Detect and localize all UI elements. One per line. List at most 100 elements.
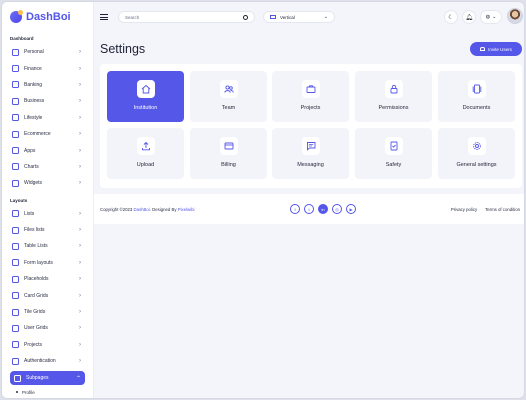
chevron-right-icon: › (79, 259, 81, 266)
chevron-right-icon: › (79, 325, 81, 332)
sidebar-item-placeholds[interactable]: Placeholds › (2, 271, 93, 287)
tile-upload[interactable]: Upload (107, 128, 184, 179)
sidebar-subitem-profile[interactable]: Profile (2, 385, 93, 398)
sidebar-item-charts[interactable]: Charts › (2, 159, 93, 175)
chevron-right-icon: › (79, 65, 81, 72)
sidebar-item-label: Card Grids (24, 292, 49, 299)
chevron-right-icon: › (79, 227, 81, 234)
notifications-button[interactable]: 🔔︎ (462, 10, 476, 24)
tile-label: Team (221, 105, 236, 111)
invite-users-button[interactable]: Invite Users (470, 42, 522, 56)
tile-label: Messaging (297, 162, 324, 168)
app-window: DashBoi Dashboard Personal › Finance › Banki… (1, 1, 525, 399)
sidebar-item-ecommerce[interactable]: Ecommerce › (2, 126, 93, 142)
sidebar-item-projects[interactable]: Projects › (2, 337, 93, 353)
files-lists-icon (12, 226, 19, 234)
sidebar-item-finance[interactable]: Finance › (2, 60, 93, 76)
chevron-right-icon: › (79, 180, 81, 187)
briefcase-icon (301, 80, 320, 98)
menu-toggle-icon[interactable] (100, 13, 108, 21)
sidebar-item-widgets[interactable]: Widgets › (2, 175, 93, 191)
globe-icon: ◍ (485, 14, 491, 20)
designer-link[interactable]: Pixelwibi (178, 207, 195, 212)
linkedin-icon[interactable]: in (318, 204, 328, 214)
upload-icon (136, 137, 155, 155)
sidebar-item-tile-grids[interactable]: Tile Grids › (2, 304, 93, 320)
sidebar-item-business[interactable]: Business › (2, 93, 93, 109)
bell-icon: 🔔︎ (465, 14, 473, 21)
tile-projects[interactable]: Projects (272, 71, 349, 122)
invite-users-label: Invite Users (488, 46, 512, 52)
team-icon (219, 80, 238, 98)
sidebar-item-label: Business (24, 98, 45, 105)
tile-permissions[interactable]: Permissions (355, 71, 432, 122)
twitter-icon[interactable]: t (304, 204, 314, 214)
sidebar-item-personal[interactable]: Personal › (2, 44, 93, 60)
chevron-right-icon: › (79, 163, 81, 170)
brand[interactable]: DashBoi (2, 2, 93, 32)
tile-safety[interactable]: Safety (355, 128, 432, 179)
copyright-brand-link[interactable]: DashBoi (134, 207, 150, 212)
sidebar-item-lifestyle[interactable]: Lifestyle › (2, 110, 93, 126)
language-select[interactable]: ◍ ⌄ (480, 10, 502, 24)
chevron-right-icon: › (79, 98, 81, 105)
tile-label: Upload (136, 162, 155, 168)
social-links: f t in ◎ ▶ (290, 204, 360, 214)
tile-institution[interactable]: Institution (107, 71, 184, 122)
gear-icon (467, 137, 486, 155)
sidebar-item-lists[interactable]: Lists › (2, 206, 93, 222)
sidebar-item-label: Banking (24, 81, 43, 88)
sidebar-item-banking[interactable]: Banking › (2, 77, 93, 93)
tile-messaging[interactable]: Messaging (272, 128, 349, 179)
personal-icon (12, 48, 19, 56)
sidebar-item-label: Charts (24, 163, 39, 170)
chevron-right-icon: › (79, 243, 81, 250)
chevron-down-icon: ⌄ (492, 14, 497, 20)
layout-select-value: Vertical (280, 14, 295, 20)
sidebar-item-label: Table Lists (24, 243, 48, 250)
avatar[interactable] (507, 8, 523, 24)
tile-label: Institution (133, 105, 158, 111)
sidebar-item-authentication[interactable]: Authentication › (2, 353, 93, 369)
sidebar-item-label: Form layouts (24, 259, 53, 266)
sidebar-item-apps[interactable]: Apps › (2, 142, 93, 158)
tile-billing[interactable]: Billing (190, 128, 267, 179)
tile-grids-icon (12, 308, 19, 316)
tile-general-settings[interactable]: General settings (438, 128, 515, 179)
placeholds-icon (12, 275, 19, 283)
youtube-icon[interactable]: ▶ (346, 204, 356, 214)
tile-documents[interactable]: Documents (438, 71, 515, 122)
sidebar-item-label: Lists (24, 210, 35, 217)
ecommerce-icon (12, 130, 19, 138)
privacy-policy-link[interactable]: Privacy policy (451, 207, 477, 212)
lifestyle-icon (12, 114, 19, 122)
sidebar-item-table-lists[interactable]: Table Lists › (2, 238, 93, 254)
layout-select[interactable]: Vertical ⌄ (263, 11, 335, 23)
sidebar-item-label: Authentication (24, 358, 56, 365)
sidebar-item-form-layouts[interactable]: Form layouts › (2, 255, 93, 271)
copyright-prefix: Copyright ©2023 (100, 206, 133, 212)
tile-label: Safety (385, 162, 402, 168)
sidebar-item-files-lists[interactable]: Files lists › (2, 222, 93, 238)
search-icon (243, 14, 248, 20)
chevron-right-icon: › (79, 131, 81, 138)
sidebar-item-label: User Grids (24, 325, 48, 332)
sidebar-item-user-grids[interactable]: User Grids › (2, 320, 93, 336)
charts-icon (12, 163, 19, 171)
form-layouts-icon (12, 259, 19, 267)
sidebar-item-label: Lifestyle (24, 114, 43, 121)
authentication-icon (12, 357, 19, 365)
facebook-icon[interactable]: f (290, 204, 300, 214)
instagram-icon[interactable]: ◎ (332, 204, 342, 214)
search-input[interactable]: Search (118, 11, 255, 23)
footer: Copyright ©2023 DashBoi. Designed By Pix… (94, 194, 524, 224)
chevron-down-icon: ⌄ (323, 14, 328, 20)
chevron-right-icon: › (79, 210, 81, 217)
tile-label: Projects (300, 105, 321, 111)
dark-mode-toggle[interactable]: ☾ (444, 10, 458, 24)
documents-icon (467, 80, 486, 98)
tile-team[interactable]: Team (190, 71, 267, 122)
terms-link[interactable]: Terms of condition (485, 207, 520, 212)
sidebar-item-card-grids[interactable]: Card Grids › (2, 287, 93, 303)
sidebar-item-subpages[interactable]: Subpages ⌃ (10, 371, 85, 386)
